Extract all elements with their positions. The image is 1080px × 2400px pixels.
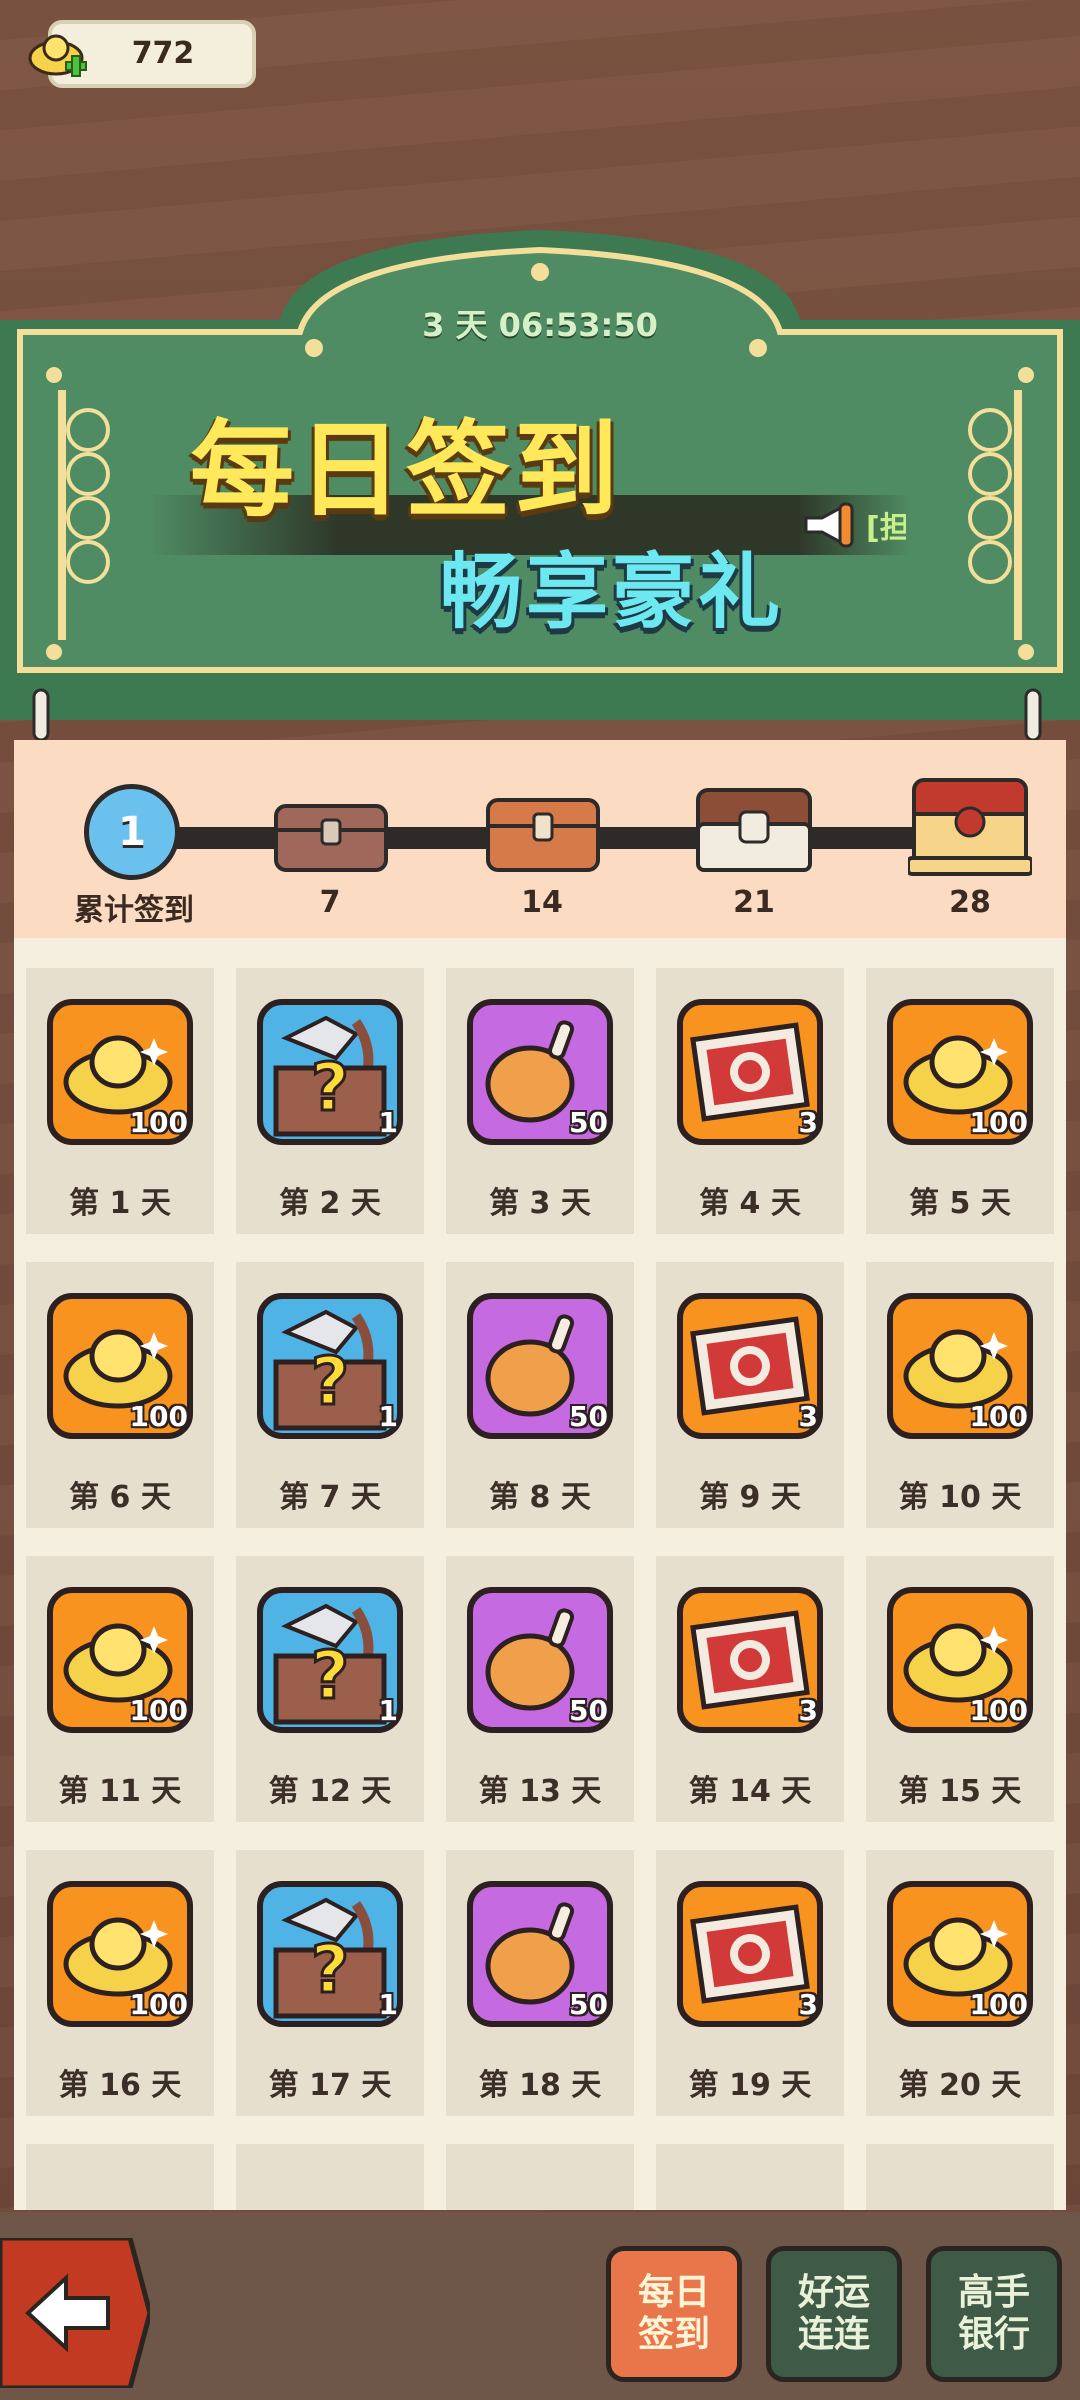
reward-day-label: 第 17 天 <box>268 2068 392 2103</box>
reward-day-label: 第 12 天 <box>268 1774 392 1809</box>
reward-day-label: 第 5 天 <box>909 1186 1011 1221</box>
reward-quantity: 1 <box>378 1400 398 1433</box>
gold-ingot-add-icon[interactable] <box>28 28 90 84</box>
reward-day-label: 第 1 天 <box>69 1186 171 1221</box>
reward-quantity: 3 <box>798 1694 818 1727</box>
banner-title: 每日签到 <box>190 409 623 531</box>
current-checkin-count: 1 <box>84 784 180 880</box>
announcement-text: [担 <box>866 511 906 546</box>
reward-cell[interactable]: 3 第 19 天 <box>656 1850 844 2116</box>
reward-cell[interactable]: 3 第 14 天 <box>656 1556 844 1822</box>
reward-day-label: 第 2 天 <box>279 1186 381 1221</box>
nav-luck-label: 好运连连 <box>797 2272 870 2355</box>
cumulative-progress: 1 累计签到 7 14 21 28 <box>14 740 1066 938</box>
reward-quantity: 100 <box>969 1106 1028 1139</box>
chest-28-icon[interactable] <box>908 774 1032 878</box>
reward-quantity: 1 <box>378 1694 398 1727</box>
cumulative-label: 累计签到 <box>74 893 194 928</box>
svg-text:?: ? <box>311 1343 349 1420</box>
reward-cell[interactable]: 50 第 13 天 <box>446 1556 634 1822</box>
reward-quantity: 50 <box>569 1106 608 1139</box>
milestone-14-label: 14 <box>521 885 563 920</box>
reward-day-label: 第 16 天 <box>58 2068 182 2103</box>
reward-quantity: 1 <box>378 1106 398 1139</box>
reward-cell[interactable]: 100 第 10 天 <box>866 1262 1054 1528</box>
svg-text:?: ? <box>311 1049 349 1126</box>
reward-cell[interactable]: 100 第 11 天 <box>26 1556 214 1822</box>
bottom-bar <box>0 2212 1080 2400</box>
nav-master-bank[interactable]: 高手银行 <box>926 2246 1062 2382</box>
reward-quantity: 100 <box>129 1400 188 1433</box>
reward-day-label: 第 20 天 <box>898 2068 1022 2103</box>
reward-cell[interactable]: ? 1 第 2 天 <box>236 968 424 1234</box>
reward-day-label: 第 9 天 <box>699 1480 801 1515</box>
chest-14-icon[interactable] <box>484 792 602 876</box>
reward-cell[interactable]: 3 第 4 天 <box>656 968 844 1234</box>
nav-bank-label: 高手银行 <box>957 2272 1030 2355</box>
currency-display[interactable]: 772 <box>28 20 256 88</box>
reward-quantity: 100 <box>969 1694 1028 1727</box>
chest-7-icon[interactable] <box>272 796 390 876</box>
reward-cell-partial[interactable] <box>866 2144 1054 2210</box>
reward-cell[interactable]: 50 第 18 天 <box>446 1850 634 2116</box>
reward-quantity: 3 <box>798 1400 818 1433</box>
megaphone-icon <box>804 502 854 548</box>
reward-day-label: 第 11 天 <box>58 1774 182 1809</box>
reward-quantity: 50 <box>569 1400 608 1433</box>
reward-day-label: 第 19 天 <box>688 2068 812 2103</box>
reward-cell[interactable]: 100 第 6 天 <box>26 1262 214 1528</box>
reward-cell[interactable]: 100 第 5 天 <box>866 968 1054 1234</box>
reward-quantity: 50 <box>569 1694 608 1727</box>
reward-day-label: 第 8 天 <box>489 1480 591 1515</box>
nav-daily-label: 每日签到 <box>637 2272 710 2355</box>
reward-cell[interactable]: 3 第 9 天 <box>656 1262 844 1528</box>
reward-quantity: 100 <box>129 1694 188 1727</box>
back-button[interactable] <box>0 2238 150 2388</box>
reward-quantity: 100 <box>129 1106 188 1139</box>
reward-day-label: 第 6 天 <box>69 1480 171 1515</box>
reward-quantity: 3 <box>798 1988 818 2021</box>
reward-cell[interactable]: 50 第 8 天 <box>446 1262 634 1528</box>
reward-cell[interactable]: 50 第 3 天 <box>446 968 634 1234</box>
reward-quantity: 100 <box>129 1988 188 2021</box>
nav-good-luck[interactable]: 好运连连 <box>766 2246 902 2382</box>
nav-daily-checkin[interactable]: 每日签到 <box>606 2246 742 2382</box>
reward-day-label: 第 4 天 <box>699 1186 801 1221</box>
reward-day-label: 第 3 天 <box>489 1186 591 1221</box>
milestone-28-label: 28 <box>949 885 991 920</box>
reward-cell-partial[interactable] <box>26 2144 214 2210</box>
reward-cell[interactable]: 100 第 16 天 <box>26 1850 214 2116</box>
reward-day-label: 第 13 天 <box>478 1774 602 1809</box>
svg-text:?: ? <box>311 1931 349 2008</box>
reward-cell[interactable]: 100 第 1 天 <box>26 968 214 1234</box>
reward-day-label: 第 7 天 <box>279 1480 381 1515</box>
reward-cell[interactable]: ? 1 第 7 天 <box>236 1262 424 1528</box>
reward-cell[interactable]: 100 第 20 天 <box>866 1850 1054 2116</box>
reward-cell[interactable]: ? 1 第 12 天 <box>236 1556 424 1822</box>
reward-day-label: 第 15 天 <box>898 1774 1022 1809</box>
reward-cell-partial[interactable] <box>446 2144 634 2210</box>
reward-quantity: 50 <box>569 1988 608 2021</box>
event-timer: 3 天 06:53:50 <box>422 306 658 344</box>
reward-cell[interactable]: ? 1 第 17 天 <box>236 1850 424 2116</box>
currency-amount: 772 <box>131 36 195 71</box>
svg-text:?: ? <box>311 1637 349 1714</box>
milestone-21-label: 21 <box>733 885 775 920</box>
reward-cell[interactable]: 100 第 15 天 <box>866 1556 1054 1822</box>
reward-day-label: 第 14 天 <box>688 1774 812 1809</box>
reward-quantity: 100 <box>969 1988 1028 2021</box>
milestone-7-label: 7 <box>319 885 341 920</box>
chest-21-icon[interactable] <box>694 784 814 876</box>
reward-grid: 100 第 1 天? 1 第 2 天 50 第 3 天 3 第 4 天 100 第 5 天 100 第… <box>14 938 1066 2210</box>
reward-quantity: 3 <box>798 1106 818 1139</box>
reward-day-label: 第 18 天 <box>478 2068 602 2103</box>
reward-cell-partial[interactable] <box>236 2144 424 2210</box>
reward-cell-partial[interactable] <box>656 2144 844 2210</box>
reward-quantity: 1 <box>378 1988 398 2021</box>
reward-day-label: 第 10 天 <box>898 1480 1022 1515</box>
reward-quantity: 100 <box>969 1400 1028 1433</box>
